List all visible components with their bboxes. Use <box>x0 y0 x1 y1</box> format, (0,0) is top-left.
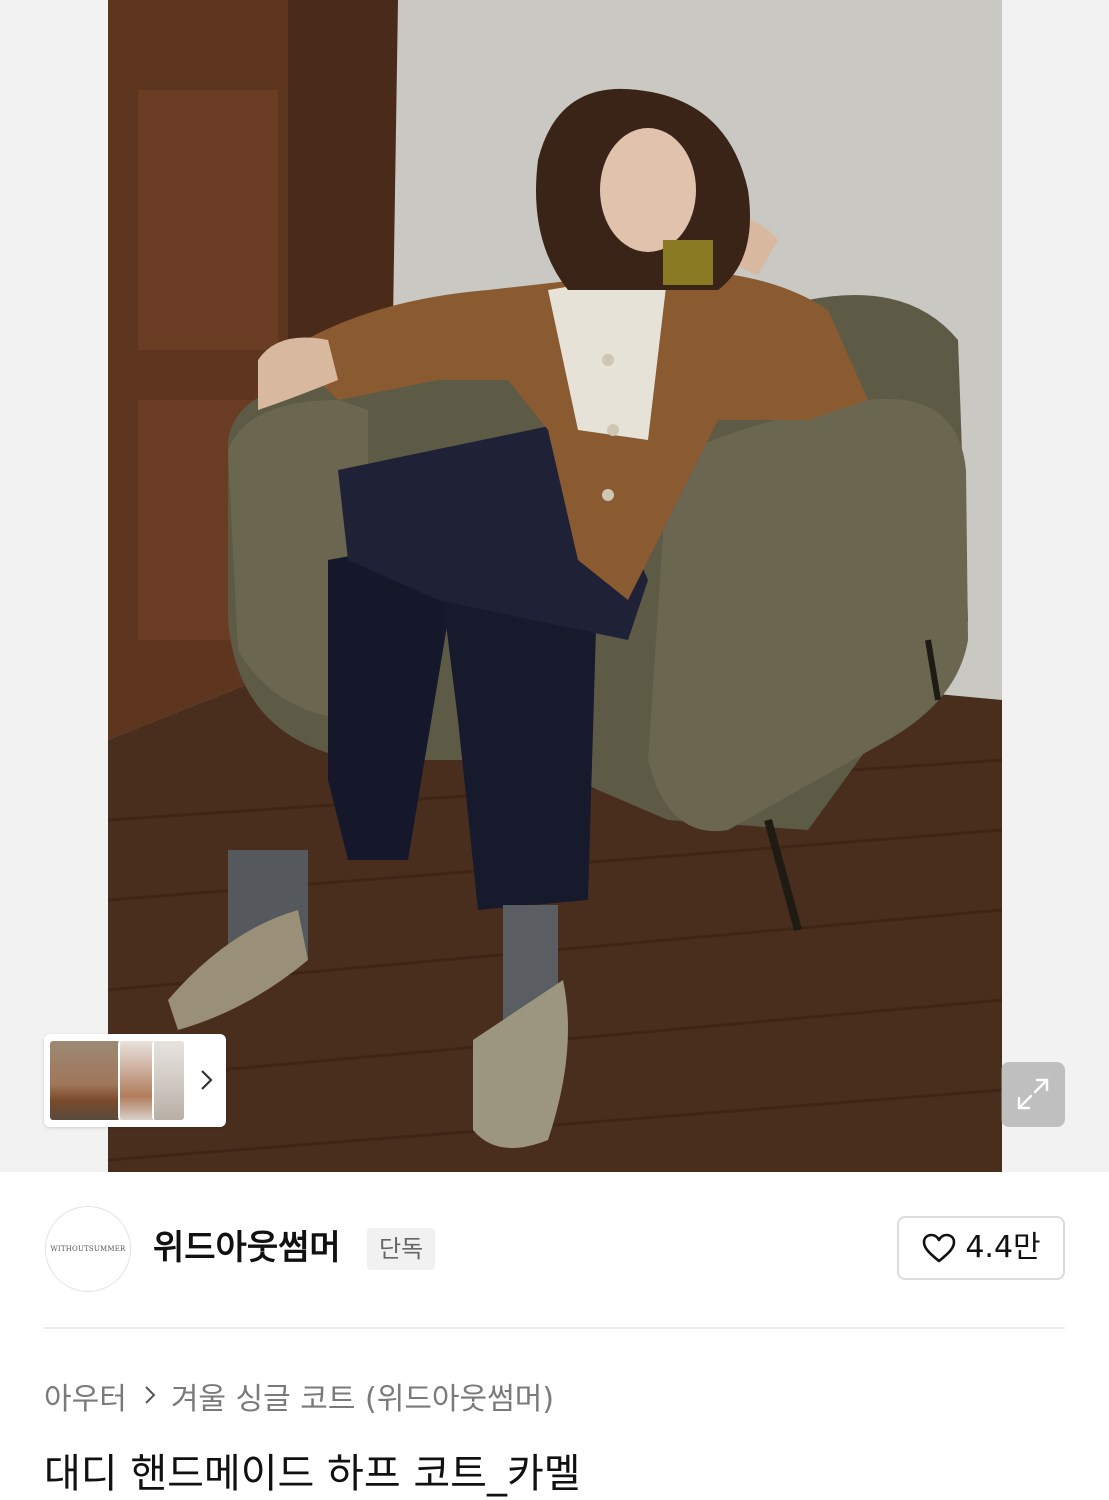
gallery-thumbnail-strip[interactable] <box>44 1034 226 1127</box>
product-gallery <box>0 0 1109 1172</box>
brand-name[interactable]: 위드아웃썸머 <box>153 1226 341 1270</box>
model-photo-illustration <box>108 0 1002 1172</box>
product-page: WITHOUTSUMMER 위드아웃썸머 단독 4.4만 아우터 겨울 싱글 코… <box>0 0 1109 1500</box>
chevron-right-icon <box>143 1380 157 1413</box>
like-count: 4.4만 <box>965 1230 1041 1265</box>
brand-logo[interactable]: WITHOUTSUMMER <box>45 1206 131 1292</box>
divider <box>44 1327 1065 1329</box>
chevron-right-icon[interactable] <box>196 1067 216 1093</box>
breadcrumb-item-outer[interactable]: 아우터 <box>44 1374 127 1418</box>
gallery-thumbnail[interactable] <box>50 1041 120 1120</box>
gallery-thumbnail[interactable] <box>152 1041 184 1120</box>
heart-outline-icon <box>923 1233 956 1263</box>
breadcrumb-item-category[interactable]: 겨울 싱글 코트 (위드아웃썸머) <box>171 1374 554 1418</box>
product-photo[interactable] <box>108 0 1002 1172</box>
breadcrumb: 아우터 겨울 싱글 코트 (위드아웃썸머) <box>44 1374 554 1418</box>
like-button[interactable]: 4.4만 <box>897 1216 1065 1280</box>
product-title: 대디 핸드메이드 하프 코트_카멜 <box>44 1451 581 1497</box>
expand-image-button[interactable] <box>1001 1062 1065 1127</box>
expand-arrows-icon <box>1017 1078 1049 1110</box>
exclusive-badge: 단독 <box>367 1228 436 1270</box>
brand-logo-text: WITHOUTSUMMER <box>50 1245 126 1253</box>
